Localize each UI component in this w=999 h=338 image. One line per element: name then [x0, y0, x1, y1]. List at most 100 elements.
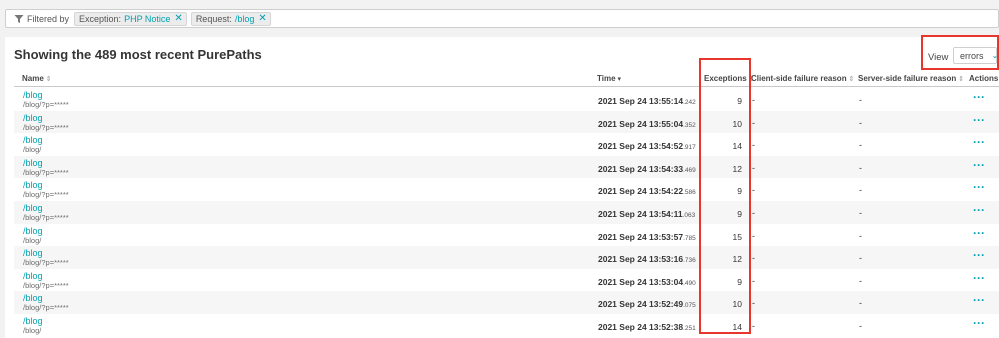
chevron-down-icon: ⌄	[991, 51, 999, 60]
table-row[interactable]: /blog/blog/?p=***** 2021 Sep 24 13:54:33.…	[14, 155, 999, 179]
request-name-link[interactable]: /blog	[23, 135, 43, 145]
view-label: View	[928, 52, 949, 63]
chip-value: PHP Notice	[124, 13, 171, 24]
column-header-name[interactable]: Name ⇕	[22, 74, 52, 83]
request-path: /blog/	[23, 235, 42, 245]
filter-icon	[14, 14, 24, 23]
request-name-link[interactable]: /blog	[23, 316, 43, 326]
filter-chip-request[interactable]: Request: /blog ✕	[190, 11, 271, 26]
client-failure-reason: -	[752, 298, 755, 309]
time-value: 2021 Sep 24 13:55:14.242	[598, 96, 696, 106]
more-actions-icon[interactable]: ···	[973, 293, 985, 307]
client-failure-reason: -	[752, 275, 755, 286]
exceptions-count: 14	[732, 141, 742, 152]
sort-icon: ⇕	[45, 76, 52, 83]
time-value: 2021 Sep 24 13:54:52.917	[598, 141, 696, 152]
request-path: /blog/?p=*****	[23, 303, 69, 313]
table-row[interactable]: /blog/blog/2021 Sep 24 13:53:57.785 15- - ·…	[14, 224, 999, 247]
client-failure-reason: -	[752, 253, 755, 264]
request-name-link[interactable]: /blog	[23, 158, 43, 168]
table-row[interactable]: /blog/blog/?p=***** 2021 Sep 24 13:55:04.…	[14, 110, 999, 134]
request-name-link[interactable]: /blog	[23, 90, 43, 100]
filter-chip-exception[interactable]: Exception: PHP Notice ✕	[74, 11, 187, 26]
filter-bar: Filtered by Exception: PHP Notice ✕ Requ…	[5, 9, 999, 28]
client-failure-reason: -	[752, 162, 755, 173]
server-failure-reason: -	[859, 230, 862, 241]
request-path: /blog/?p=*****	[23, 190, 69, 200]
request-name-link[interactable]: /blog	[23, 180, 43, 190]
server-failure-reason: -	[859, 185, 862, 196]
column-header-exceptions[interactable]: Exceptions ⇕	[704, 74, 755, 83]
time-value: 2021 Sep 24 13:52:49.075	[598, 299, 696, 310]
chip-value: /blog	[234, 13, 255, 24]
request-path: /blog/	[23, 145, 42, 155]
close-icon[interactable]: ✕	[258, 13, 266, 24]
more-actions-icon[interactable]: ···	[973, 226, 985, 240]
client-failure-reason: -	[752, 185, 755, 196]
page-title: Showing the 489 most recent PurePaths	[14, 47, 262, 62]
request-name-link[interactable]: /blog	[23, 271, 43, 281]
exceptions-count: 9	[737, 276, 742, 287]
request-path: /blog/	[23, 326, 42, 335]
table-row[interactable]: /blog/blog/2021 Sep 24 13:52:38.251 14- - ·…	[14, 314, 999, 337]
filter-label: Filtered by	[27, 13, 70, 24]
client-failure-reason: -	[752, 321, 755, 331]
request-name-link[interactable]: /blog	[23, 248, 43, 258]
column-header-server-reason[interactable]: Server-side failure reason ⇕	[858, 74, 964, 83]
more-actions-icon[interactable]: ···	[973, 316, 985, 330]
column-header-client-reason[interactable]: Client-side failure reason ⇕	[751, 74, 854, 83]
table-row[interactable]: /blog/blog/?p=***** 2021 Sep 24 13:52:49.…	[14, 291, 999, 314]
exceptions-count: 10	[732, 118, 742, 129]
sort-desc-icon: ▾	[617, 76, 622, 83]
server-failure-reason: -	[859, 140, 862, 151]
exceptions-count: 9	[737, 209, 742, 219]
request-path: /blog/?p=*****	[23, 258, 69, 268]
table-row[interactable]: /blog/blog/?p=***** 2021 Sep 24 13:54:22.…	[14, 178, 999, 201]
table-row[interactable]: /blog/blog/?p=***** 2021 Sep 24 13:55:14.…	[14, 88, 999, 111]
exceptions-count: 12	[732, 163, 742, 174]
server-failure-reason: -	[859, 117, 862, 128]
request-name-link[interactable]: /blog	[23, 293, 43, 303]
more-actions-icon[interactable]: ···	[973, 248, 985, 262]
time-value: 2021 Sep 24 13:54:11.063	[598, 209, 696, 219]
client-failure-reason: -	[752, 140, 755, 151]
column-header-actions: Actions	[969, 74, 999, 83]
server-failure-reason: -	[859, 162, 862, 173]
more-actions-icon[interactable]: ···	[973, 90, 985, 104]
more-actions-icon[interactable]: ···	[973, 271, 985, 285]
header-divider	[14, 86, 999, 87]
more-actions-icon[interactable]: ···	[973, 135, 985, 149]
server-failure-reason: -	[859, 253, 862, 264]
request-path: /blog/?p=*****	[23, 213, 69, 222]
time-value: 2021 Sep 24 13:53:57.785	[598, 231, 696, 242]
server-failure-reason: -	[859, 95, 862, 105]
view-select[interactable]: errors ⌄	[953, 47, 999, 64]
more-actions-icon[interactable]: ···	[973, 158, 985, 172]
client-failure-reason: -	[752, 230, 755, 241]
client-failure-reason: -	[752, 95, 755, 105]
table-row[interactable]: /blog/blog/?p=***** 2021 Sep 24 13:54:11.…	[14, 201, 999, 224]
more-actions-icon[interactable]: ···	[973, 203, 985, 217]
more-actions-icon[interactable]: ···	[973, 113, 985, 127]
time-value: 2021 Sep 24 13:52:38.251	[598, 322, 696, 332]
chip-key: Request:	[195, 13, 232, 24]
exceptions-count: 10	[732, 299, 742, 310]
more-actions-icon[interactable]: ···	[973, 180, 985, 194]
sort-icon: ⇕	[958, 76, 965, 83]
table-row[interactable]: /blog/blog/?p=***** 2021 Sep 24 13:53:04.…	[14, 269, 999, 292]
column-header-time[interactable]: Time ▾	[597, 74, 621, 83]
table-row[interactable]: /blog/blog/2021 Sep 24 13:54:52.917 14- - ·…	[14, 133, 999, 156]
table-row[interactable]: /blog/blog/?p=***** 2021 Sep 24 13:53:16.…	[14, 246, 999, 269]
request-path: /blog/?p=*****	[23, 100, 69, 109]
sort-icon: ⇕	[848, 76, 855, 83]
request-name-link[interactable]: /blog	[23, 226, 43, 236]
server-failure-reason: -	[859, 298, 862, 309]
time-value: 2021 Sep 24 13:54:33.469	[598, 163, 696, 174]
exceptions-count: 9	[737, 96, 742, 106]
time-value: 2021 Sep 24 13:55:04.352	[598, 118, 696, 129]
request-name-link[interactable]: /blog	[23, 203, 43, 213]
time-value: 2021 Sep 24 13:53:04.490	[598, 276, 696, 287]
exceptions-count: 15	[732, 231, 742, 242]
close-icon[interactable]: ✕	[174, 13, 182, 24]
request-name-link[interactable]: /blog	[23, 113, 43, 123]
